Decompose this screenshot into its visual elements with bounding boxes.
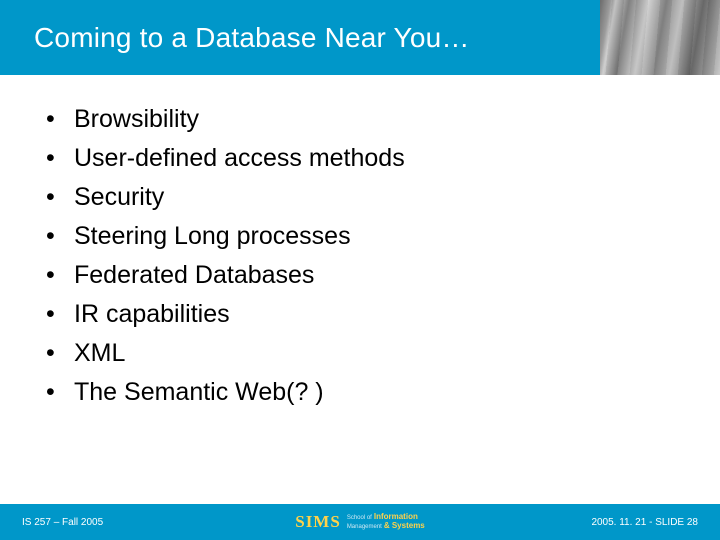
list-item: • Security xyxy=(44,178,684,217)
bullet-icon: • xyxy=(44,295,74,334)
list-item: • User-defined access methods xyxy=(44,139,684,178)
list-item: • Steering Long processes xyxy=(44,217,684,256)
footer: IS 257 – Fall 2005 SIMS School of Inform… xyxy=(0,504,720,540)
bullet-list: • Browsibility • User-defined access met… xyxy=(44,100,684,412)
logo-line1-small: School of xyxy=(347,515,372,522)
bullet-icon: • xyxy=(44,100,74,139)
list-item: • The Semantic Web(? ) xyxy=(44,373,684,412)
bullet-text: XML xyxy=(74,334,125,373)
logo-line2-accent: & Systems xyxy=(384,522,425,531)
bullet-text: Federated Databases xyxy=(74,256,314,295)
list-item: • IR capabilities xyxy=(44,295,684,334)
logo-main-text: SIMS xyxy=(295,512,341,532)
bullet-icon: • xyxy=(44,373,74,412)
bullet-text: User-defined access methods xyxy=(74,139,405,178)
footer-right-text: 2005. 11. 21 - SLIDE 28 xyxy=(591,517,698,528)
bullet-icon: • xyxy=(44,334,74,373)
bullet-icon: • xyxy=(44,139,74,178)
decorative-photo xyxy=(600,0,720,75)
bullet-icon: • xyxy=(44,256,74,295)
bullet-text: IR capabilities xyxy=(74,295,230,334)
bullet-text: Security xyxy=(74,178,164,217)
bullet-text: The Semantic Web(? ) xyxy=(74,373,324,412)
body-area: • Browsibility • User-defined access met… xyxy=(44,100,684,412)
list-item: • XML xyxy=(44,334,684,373)
slide-title: Coming to a Database Near You… xyxy=(34,22,470,54)
logo-sub-text: School of Information Management & Syste… xyxy=(347,513,425,531)
bullet-icon: • xyxy=(44,217,74,256)
bullet-icon: • xyxy=(44,178,74,217)
slide: Coming to a Database Near You… • Browsib… xyxy=(0,0,720,540)
bullet-text: Steering Long processes xyxy=(74,217,351,256)
sims-logo: SIMS School of Information Management & … xyxy=(295,512,425,532)
list-item: • Browsibility xyxy=(44,100,684,139)
logo-line2-small: Management xyxy=(347,524,382,531)
list-item: • Federated Databases xyxy=(44,256,684,295)
footer-left-text: IS 257 – Fall 2005 xyxy=(22,517,103,528)
bullet-text: Browsibility xyxy=(74,100,199,139)
